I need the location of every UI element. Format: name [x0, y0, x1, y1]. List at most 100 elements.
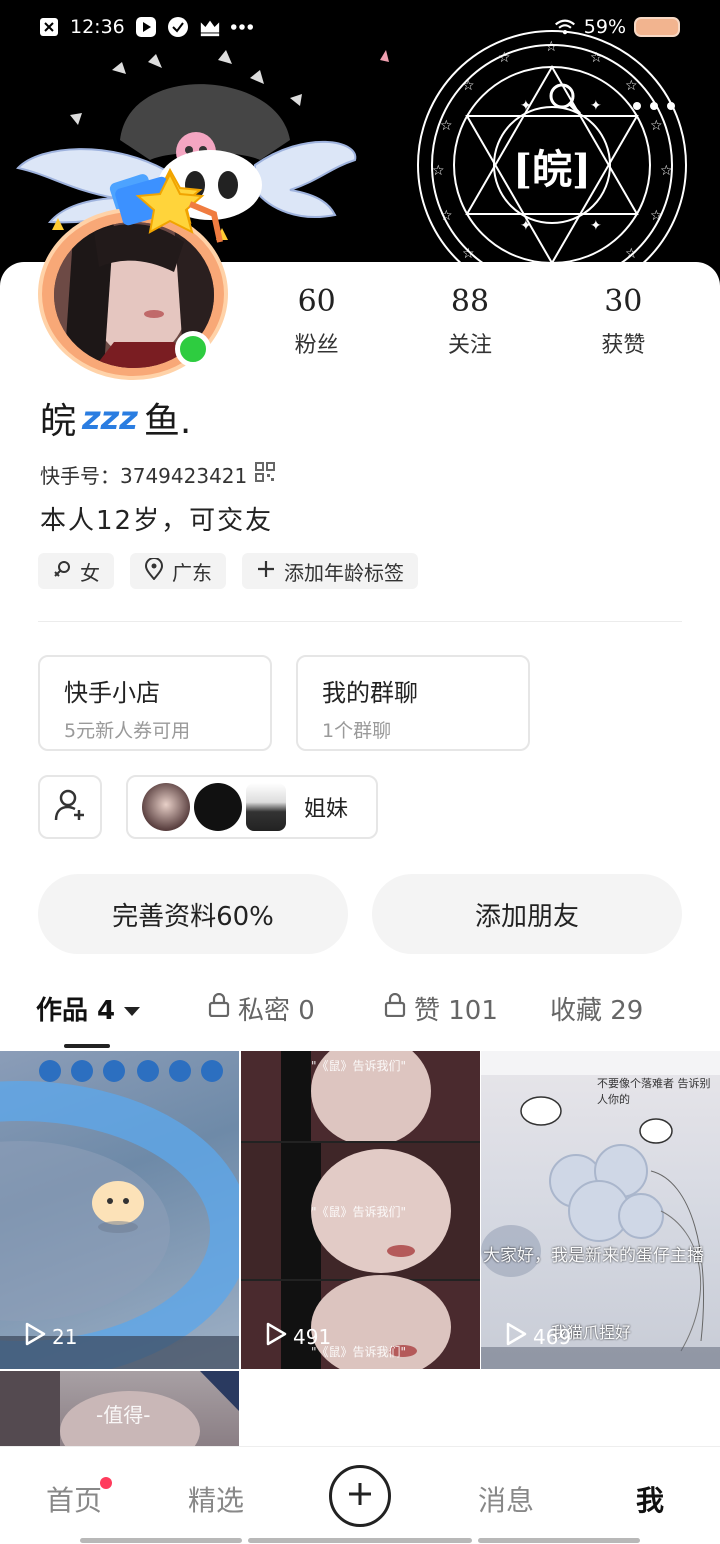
svg-text:✦: ✦: [520, 98, 532, 114]
post-play-count-value: 469: [533, 1324, 572, 1349]
tab-favorites[interactable]: 收藏 29: [550, 990, 643, 1027]
nav-me[interactable]: 我: [636, 1479, 664, 1519]
tab-private[interactable]: 私密 0: [208, 990, 315, 1027]
bio: 本人12岁，可交友: [40, 506, 274, 536]
tag-add-age[interactable]: 添加年龄标签: [242, 553, 418, 589]
lock-icon: [208, 992, 230, 1024]
complete-profile-button[interactable]: 完善资料60%: [38, 874, 348, 954]
post-tile[interactable]: 21: [0, 1051, 239, 1369]
post-caption: 不要像个落难者 告诉别人你的: [597, 1077, 711, 1106]
svg-text:☆: ☆: [462, 78, 475, 94]
stat-likes-value: 30: [604, 284, 643, 319]
location-pin-icon: [144, 556, 164, 585]
post-play-count-value: 21: [52, 1324, 78, 1349]
svg-text:☆: ☆: [625, 246, 638, 262]
post-caption: "《鼠》告诉我们": [311, 1205, 407, 1219]
search-icon[interactable]: [548, 82, 582, 120]
post-play-count-value: 491: [293, 1324, 332, 1349]
nav-featured-label: 精选: [188, 1484, 245, 1517]
tag-location-label: 广东: [172, 560, 212, 585]
svg-text:☆: ☆: [650, 208, 663, 224]
caret-down-icon: [123, 994, 141, 1024]
status-bar: 12:36 59%: [0, 10, 720, 46]
nav-messages[interactable]: 消息: [478, 1479, 534, 1519]
profile-tabs: 作品 4 私密 0 赞 101 收藏 29: [0, 990, 720, 1050]
post-tile[interactable]: 不要像个落难者 告诉别人你的 大家好，我是新来的蛋仔主播 我猫爪捏好 469: [481, 1051, 720, 1369]
wifi-icon: [554, 16, 576, 38]
svg-text:☆: ☆: [498, 50, 511, 66]
member-avatar: [246, 783, 286, 831]
qr-code-icon[interactable]: [255, 462, 276, 487]
status-time: 12:36: [70, 16, 125, 38]
tab-liked-label: 赞 101: [414, 996, 498, 1026]
post-play-count: 21: [22, 1322, 77, 1351]
my-group-chats-subtitle: 1个群聊: [322, 720, 392, 742]
my-group-chats-card[interactable]: 我的群聊 1个群聊: [296, 655, 530, 751]
stat-likes[interactable]: 30 获赞: [547, 284, 700, 359]
kuaishou-id-row[interactable]: 快手号：3749423421: [40, 460, 276, 489]
plus-icon: [256, 559, 276, 584]
stat-likes-label: 获赞: [601, 333, 646, 358]
svg-text:☆: ☆: [590, 50, 603, 66]
tag-gender-label: 女: [80, 560, 100, 585]
member-avatar: [194, 783, 242, 831]
more-horizontal-icon[interactable]: [632, 96, 676, 115]
add-friend-button[interactable]: [38, 775, 102, 839]
nav-me-label: 我: [636, 1484, 665, 1517]
gesture-bar: [478, 1538, 640, 1543]
play-icon: [263, 1322, 287, 1351]
tag-location[interactable]: 广东: [130, 553, 226, 589]
nav-featured[interactable]: 精选: [188, 1479, 244, 1519]
bottom-navigation: 首页 精选 消息 我: [0, 1446, 720, 1544]
nickname-start: 皖: [40, 401, 77, 442]
stat-followers-label: 粉丝: [294, 333, 339, 358]
gesture-bar: [80, 1538, 242, 1543]
create-post-button[interactable]: [329, 1465, 391, 1527]
svg-text:☆: ☆: [650, 118, 663, 134]
post-caption: "《鼠》告诉我们": [311, 1059, 407, 1073]
tab-private-label: 私密 0: [238, 996, 315, 1026]
nav-messages-label: 消息: [478, 1484, 535, 1517]
plus-icon: [347, 1481, 373, 1511]
play-icon: [22, 1322, 46, 1351]
post-play-count: 469: [503, 1322, 571, 1351]
stat-followers-value: 60: [297, 284, 336, 319]
stat-following-value: 88: [450, 284, 490, 319]
post-tile[interactable]: -值得-: [0, 1371, 239, 1447]
gesture-bar: [248, 1538, 472, 1543]
tag-add-age-label: 添加年龄标签: [284, 560, 404, 585]
nav-home[interactable]: 首页: [46, 1479, 102, 1519]
stat-followers[interactable]: 60 粉丝: [240, 284, 393, 359]
post-tile[interactable]: "《鼠》告诉我们" "《鼠》告诉我们" "《鼠》告诉我们" 491: [241, 1051, 480, 1369]
profile-tags: 女 广东 添加年龄标签: [38, 553, 418, 589]
tab-works-label: 作品 4: [36, 996, 116, 1026]
battery-percent: 59%: [583, 16, 626, 38]
lock-icon: [384, 992, 406, 1024]
svg-text:✦: ✦: [520, 218, 532, 234]
tab-favorites-label: 收藏 29: [550, 996, 644, 1026]
check-circle-icon: [167, 16, 189, 38]
svg-text:☆: ☆: [462, 246, 475, 262]
tag-gender[interactable]: 女: [38, 553, 114, 589]
kuaishou-shop-card[interactable]: 快手小店 5元新人券可用: [38, 655, 272, 751]
tab-liked[interactable]: 赞 101: [384, 990, 498, 1027]
tab-works[interactable]: 作品 4: [36, 990, 141, 1027]
close-square-icon: [38, 16, 60, 38]
online-status-dot: [175, 331, 211, 367]
banner-seal-text: [皖]: [513, 146, 591, 193]
svg-text:☆: ☆: [440, 118, 453, 134]
add-friends-button[interactable]: 添加朋友: [372, 874, 682, 954]
svg-text:☆: ☆: [660, 163, 673, 179]
group-chat-chip[interactable]: 姐妹: [126, 775, 378, 839]
svg-text:☆: ☆: [440, 208, 453, 224]
nickname-end: 鱼.: [143, 401, 192, 442]
stat-following-label: 关注: [447, 333, 492, 358]
post-caption: -值得-: [96, 1403, 151, 1427]
battery-icon: [634, 17, 680, 37]
svg-text:☆: ☆: [432, 163, 445, 179]
stat-following[interactable]: 88 关注: [393, 284, 546, 359]
notification-badge: [100, 1477, 112, 1489]
svg-text:☆: ☆: [625, 78, 638, 94]
avatar-frame-decoration: [52, 171, 228, 243]
kuaishou-id: 快手号：3749423421: [40, 464, 248, 488]
